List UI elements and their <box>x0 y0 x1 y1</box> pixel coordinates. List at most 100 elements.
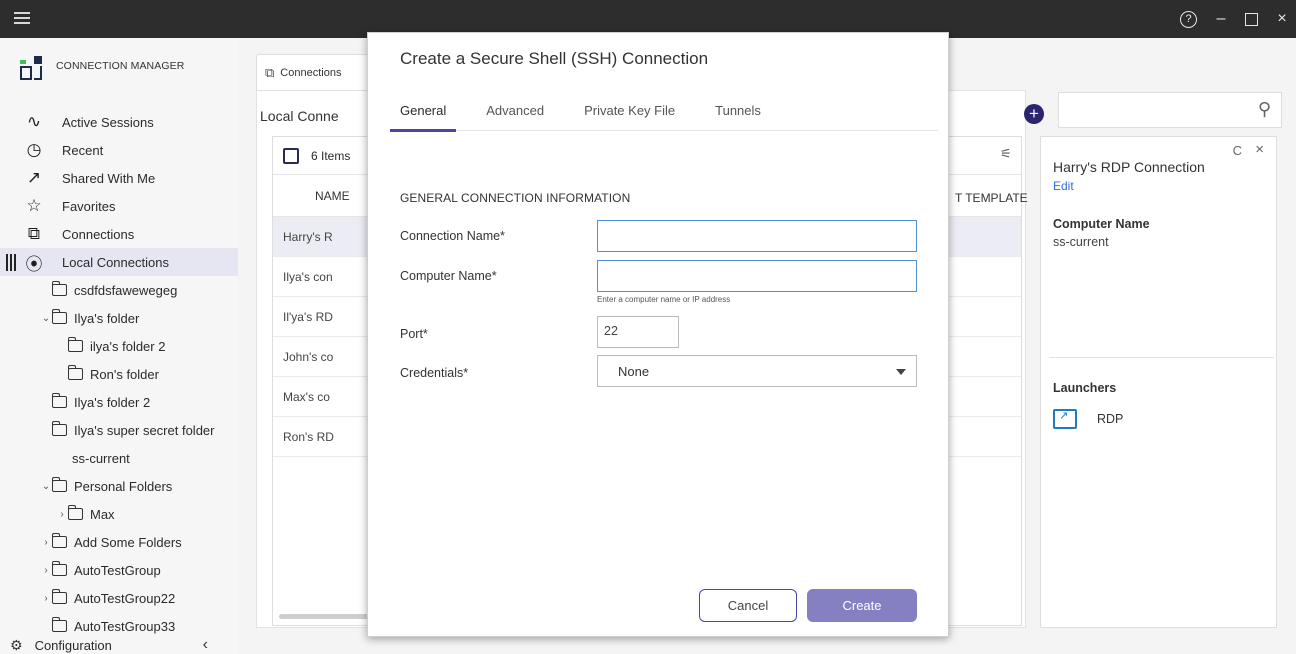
clock-icon: ◷ <box>26 140 42 159</box>
tree-item[interactable]: csdfdsfawewegeg <box>0 276 238 304</box>
folder-icon <box>51 617 67 632</box>
folder-tree: csdfdsfawewegeg ⌄ Ilya's folder ilya's fold… <box>0 276 238 640</box>
credentials-select[interactable]: None <box>597 355 917 387</box>
folder-icon <box>51 533 67 548</box>
tab-tunnels[interactable]: Tunnels <box>705 103 771 131</box>
folder-icon <box>51 477 67 492</box>
select-all-checkbox[interactable] <box>283 147 299 164</box>
nav-active-sessions[interactable]: ∿ Active Sessions <box>0 108 238 136</box>
tree-item-label: Max <box>90 506 115 522</box>
cancel-button[interactable]: Cancel <box>699 589 797 622</box>
chevron-right-icon[interactable]: › <box>40 537 52 548</box>
external-link-icon: ⧉ <box>27 224 41 243</box>
create-button[interactable]: Create <box>807 589 917 622</box>
config-label: Configuration <box>34 637 112 653</box>
logo-mark-icon <box>18 54 48 84</box>
search-icon: ⚲ <box>1257 99 1271 119</box>
details-title: Harry's RDP Connection <box>1053 159 1205 175</box>
tree-item[interactable]: › Add Some Folders <box>0 528 238 556</box>
row-name-cell: John's co <box>283 349 334 364</box>
help-icon[interactable]: ? <box>1180 10 1197 28</box>
divider <box>1049 357 1274 358</box>
folder-icon <box>51 393 67 408</box>
chevron-right-icon[interactable]: › <box>56 509 68 520</box>
tree-item[interactable]: ilya's folder 2 <box>0 332 238 360</box>
maximize-button[interactable] <box>1245 12 1258 26</box>
folder-icon <box>51 309 67 324</box>
launchers-label: Launchers <box>1053 381 1117 395</box>
nav-local-connections[interactable]: ⦿ Local Connections <box>0 248 238 276</box>
minimize-button[interactable]: – <box>1211 9 1231 29</box>
tree-item-label: AutoTestGroup <box>74 562 161 578</box>
hamburger-menu-icon[interactable] <box>14 12 30 24</box>
nav-label: Active Sessions <box>62 114 154 130</box>
filter-settings-icon[interactable]: ⚟ <box>1000 146 1012 162</box>
tab-advanced[interactable]: Advanced <box>476 103 554 131</box>
credentials-label: Credentials* <box>400 366 469 380</box>
add-connection-button[interactable]: + <box>1024 104 1044 124</box>
edit-link[interactable]: Edit <box>1053 179 1074 193</box>
column-name-header[interactable]: NAME <box>315 189 350 203</box>
tree-item-label: ss-current <box>72 450 130 466</box>
rdp-launcher-icon <box>1053 409 1077 429</box>
search-input[interactable]: ⚲ <box>1058 92 1282 128</box>
tree-item[interactable]: ss-current <box>0 444 238 472</box>
tree-item[interactable]: Ilya's folder 2 <box>0 388 238 416</box>
launcher-label: RDP <box>1097 412 1124 426</box>
chevron-down-icon[interactable]: ⌄ <box>40 313 52 324</box>
tree-item[interactable]: › Max <box>0 500 238 528</box>
sidebar: CONNECTION MANAGER ∿ Active Sessions ◷ R… <box>0 38 238 654</box>
nav-label: Shared With Me <box>62 170 156 186</box>
port-input[interactable]: 22 <box>597 316 679 348</box>
tree-item-label: Ilya's super secret folder <box>74 422 215 438</box>
row-name-cell: Max's co <box>283 389 330 404</box>
chevron-right-icon[interactable]: › <box>40 565 52 576</box>
sidebar-nav: ∿ Active Sessions ◷ Recent ↗ Shared With… <box>0 108 238 276</box>
refresh-icon[interactable]: C <box>1233 143 1242 158</box>
computer-name-input[interactable] <box>597 260 917 292</box>
computer-name-label: Computer Name <box>1053 217 1150 231</box>
section-heading: GENERAL CONNECTION INFORMATION <box>400 191 631 205</box>
close-window-button[interactable]: × <box>1272 9 1292 29</box>
folder-icon <box>51 561 67 576</box>
nav-label: Favorites <box>62 198 116 214</box>
nav-favorites[interactable]: ☆ Favorites <box>0 192 238 220</box>
collapse-sidebar-icon[interactable]: ‹ <box>203 636 208 654</box>
tab-private-key-file[interactable]: Private Key File <box>574 103 685 131</box>
tree-item-label: csdfdsfawewegeg <box>74 282 178 298</box>
tree-item[interactable]: Ilya's super secret folder <box>0 416 238 444</box>
row-name-cell: Harry's R <box>283 229 333 244</box>
tab-general[interactable]: General <box>390 103 457 132</box>
logo: CONNECTION MANAGER <box>18 54 184 84</box>
tree-item[interactable]: ⌄ Ilya's folder <box>0 304 238 332</box>
tree-item[interactable]: › AutoTestGroup <box>0 556 238 584</box>
tree-item-label: Ilya's folder <box>74 310 140 326</box>
tree-item-label: AutoTestGroup33 <box>74 618 176 634</box>
panel-title: Local Conne <box>260 108 339 124</box>
nav-connections[interactable]: ⧉ Connections <box>0 220 238 248</box>
configuration-item[interactable]: ⚙ Configuration ‹ <box>0 636 238 654</box>
rdp-launcher[interactable]: RDP <box>1053 409 1123 429</box>
chevron-down-icon[interactable]: ⌄ <box>40 481 52 492</box>
folder-icon <box>67 337 83 352</box>
tree-item[interactable]: Ron's folder <box>0 360 238 388</box>
dialog-title: Create a Secure Shell (SSH) Connection <box>400 49 709 68</box>
star-icon: ☆ <box>26 196 42 215</box>
nav-shared-with-me[interactable]: ↗ Shared With Me <box>0 164 238 192</box>
column-template-header[interactable]: T TEMPLATE <box>955 191 1028 205</box>
tree-item[interactable]: ⌄ Personal Folders <box>0 472 238 500</box>
tree-item-label: AutoTestGroup22 <box>74 590 176 606</box>
tree-item[interactable]: › AutoTestGroup22 <box>0 584 238 612</box>
arrow-up-right-icon: ↗ <box>26 168 42 187</box>
nav-recent[interactable]: ◷ Recent <box>0 136 238 164</box>
tab-connections[interactable]: ⧉ Connections <box>256 54 376 90</box>
folder-icon <box>67 505 83 520</box>
close-panel-icon[interactable]: × <box>1255 141 1264 158</box>
computer-name-help: Enter a computer name or IP address <box>597 295 731 304</box>
row-name-cell: Il'ya's RD <box>283 309 333 324</box>
chevron-right-icon[interactable]: › <box>40 593 52 604</box>
gear-icon: ⚙ <box>10 636 23 653</box>
computer-name-value: ss-current <box>1053 235 1109 249</box>
connection-name-input[interactable] <box>597 220 917 252</box>
active-indicator <box>6 254 16 271</box>
